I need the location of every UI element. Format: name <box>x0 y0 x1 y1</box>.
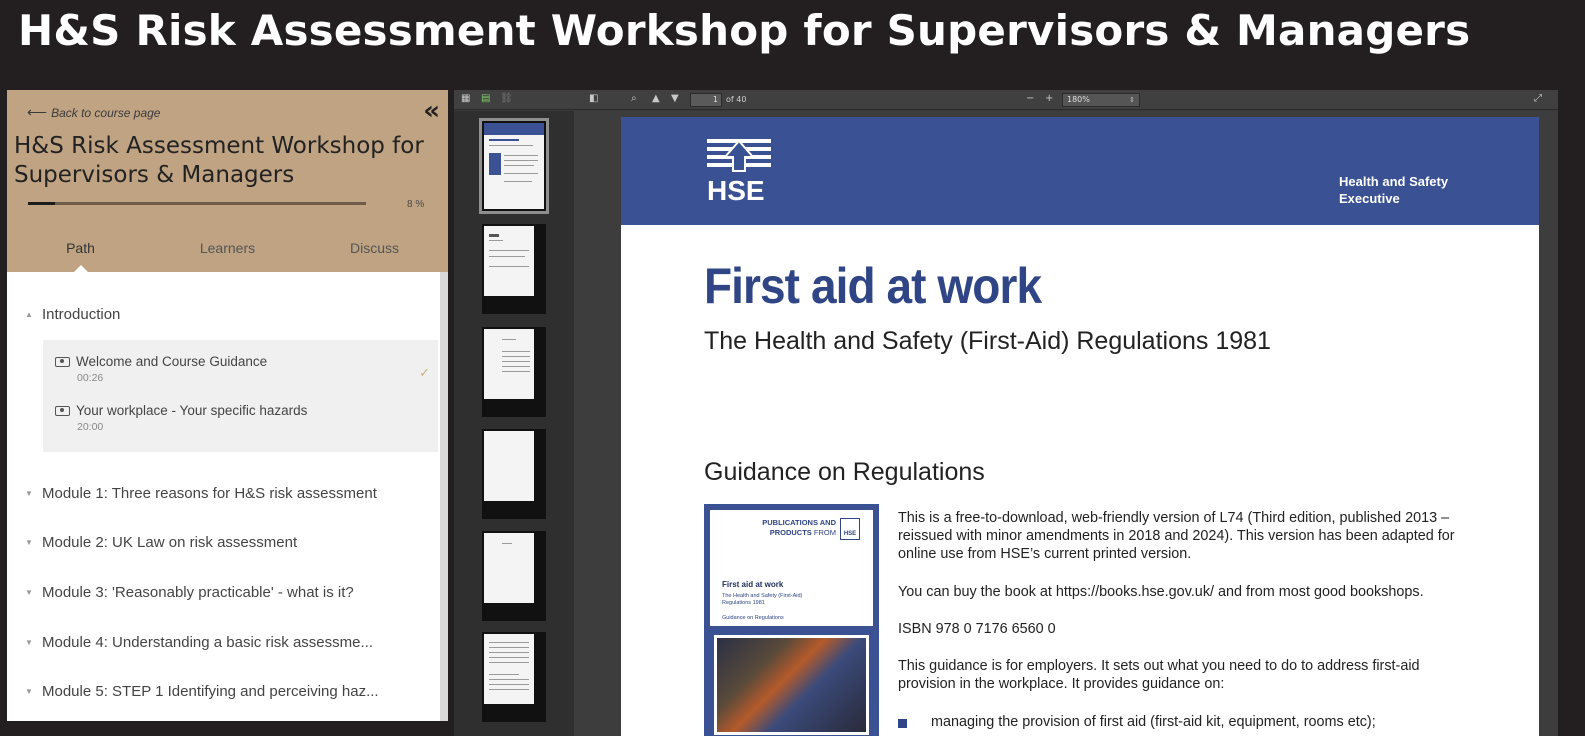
cover-title: First aid at work <box>722 580 784 589</box>
book-cover-image: PUBLICATIONS AND PRODUCTS FROM HSE First… <box>704 504 879 736</box>
video-icon <box>55 405 70 416</box>
caret-down-icon: ▼ <box>25 687 33 696</box>
tab-learners[interactable]: Learners <box>154 240 301 272</box>
page-thumbnail[interactable] <box>482 327 546 417</box>
paragraph: This is a free-to-download, web-friendly… <box>898 510 1455 562</box>
document-page: HSE Health and Safety Executive First ai… <box>621 117 1539 736</box>
banner: H&S Risk Assessment Workshop for Supervi… <box>0 0 1585 84</box>
cover-publisher-line: PUBLICATIONS AND <box>762 518 836 527</box>
lesson-title: Welcome and Course Guidance <box>76 354 268 369</box>
hse-logo-text: HSE <box>707 175 765 206</box>
section-title: Module 2: UK Law on risk assessment <box>42 534 298 551</box>
banner-title: H&S Risk Assessment Workshop for Supervi… <box>18 6 1471 55</box>
thumbnail-grid-icon[interactable]: ▦ <box>461 93 470 104</box>
org-name: Health and Safety Executive <box>1339 173 1448 207</box>
link-icon[interactable]: ⛓ <box>500 93 513 104</box>
caret-down-icon: ▼ <box>25 588 33 597</box>
caret-down-icon: ▼ <box>25 489 33 498</box>
section-module-3[interactable]: ▼ Module 3: 'Reasonably practicable' - w… <box>25 584 354 601</box>
lesson-list: Welcome and Course Guidance 00:26 ✓ Your… <box>43 340 438 452</box>
page-thumbnail[interactable] <box>482 429 546 519</box>
section-title: Module 5: STEP 1 Identifying and perceiv… <box>42 683 379 700</box>
back-link-label: Back to course page <box>51 105 161 120</box>
fullscreen-icon[interactable]: ⤢ <box>1534 93 1542 104</box>
completed-check-icon: ✓ <box>419 366 430 381</box>
course-tabs: Path Learners Discuss <box>7 240 448 272</box>
zoom-value: 180% <box>1067 95 1090 104</box>
scrollbar[interactable] <box>440 272 448 721</box>
paragraph: You can buy the book at https://books.hs… <box>898 584 1424 600</box>
section-module-2[interactable]: ▼ Module 2: UK Law on risk assessment <box>25 534 297 551</box>
paragraph: This guidance is for employers. It sets … <box>898 658 1420 692</box>
sidebar-toggle-icon[interactable]: ◧ <box>589 93 598 104</box>
document-title: First aid at work <box>704 258 1042 314</box>
org-name-line: Health and Safety <box>1339 174 1449 189</box>
page-thumbnail[interactable] <box>482 531 546 621</box>
lesson-duration: 20:00 <box>77 421 104 433</box>
zoom-in-button[interactable]: + <box>1045 93 1053 104</box>
cover-hse-logo: HSE <box>840 518 860 540</box>
progress-bar <box>28 202 366 205</box>
paragraph: ISBN 978 0 7176 6560 0 <box>898 621 1056 637</box>
document-area[interactable]: HSE Health and Safety Executive First ai… <box>574 111 1558 736</box>
caret-up-icon: ▲ <box>25 310 33 319</box>
lesson-duration: 00:26 <box>77 372 104 384</box>
page-thumbnail[interactable] <box>479 118 549 214</box>
section-module-4[interactable]: ▼ Module 4: Understanding a basic risk a… <box>25 634 373 651</box>
section-module-1[interactable]: ▼ Module 1: Three reasons for H&S risk a… <box>25 485 377 502</box>
chevron-updown-icon: ⇕ <box>1129 96 1135 104</box>
thumbnail-sidebar <box>454 111 574 736</box>
caret-down-icon: ▼ <box>25 638 33 647</box>
page-number-input[interactable]: 1 <box>690 93 722 107</box>
page-thumbnail[interactable] <box>482 632 546 722</box>
bullet-text: managing the provision of first aid (fir… <box>931 714 1376 730</box>
course-panel: ⟵ Back to course page « H&S Risk Assessm… <box>7 90 448 721</box>
cover-photo <box>714 635 869 735</box>
progress-fill <box>28 202 56 205</box>
section-module-5[interactable]: ▼ Module 5: STEP 1 Identifying and perce… <box>25 683 379 700</box>
cover-publisher: PUBLICATIONS AND PRODUCTS FROM <box>740 518 836 538</box>
cover-publisher-line: PRODUCTS <box>769 528 812 537</box>
pdf-toolbar: ▦ ▤ ⛓ ◧ ⌕ ▲ ▼ 1 of 40 − + 180% ⇕ ⤢ <box>454 90 1558 110</box>
cover-subtitle: The Health and Safety (First-Aid) Regula… <box>722 593 803 606</box>
section-title: Module 3: 'Reasonably practicable' - wha… <box>42 584 354 601</box>
lesson-item[interactable]: Welcome and Course Guidance 00:26 <box>55 354 267 384</box>
page-count: of 40 <box>726 95 747 104</box>
progress-label: 8 % <box>407 199 425 210</box>
video-icon <box>55 356 70 367</box>
section-title: Module 1: Three reasons for H&S risk ass… <box>42 485 377 502</box>
cover-guidance: Guidance on Regulations <box>722 615 784 621</box>
zoom-select[interactable]: 180% ⇕ <box>1062 93 1140 107</box>
pdf-viewer: ▦ ▤ ⛓ ◧ ⌕ ▲ ▼ 1 of 40 − + 180% ⇕ ⤢ HSE H… <box>454 90 1558 736</box>
previous-page-icon[interactable]: ▲ <box>652 93 660 104</box>
document-subtitle: The Health and Safety (First-Aid) Regula… <box>704 327 1271 355</box>
next-page-icon[interactable]: ▼ <box>671 93 679 104</box>
tab-discuss[interactable]: Discuss <box>301 240 448 272</box>
caret-down-icon: ▼ <box>25 538 33 547</box>
bullet-square-icon <box>898 719 907 728</box>
section-title: Module 4: Understanding a basic risk ass… <box>42 634 373 651</box>
course-header: ⟵ Back to course page « H&S Risk Assessm… <box>7 90 448 272</box>
search-icon[interactable]: ⌕ <box>631 93 637 104</box>
section-introduction[interactable]: ▲ Introduction <box>25 306 120 323</box>
back-to-course-link[interactable]: ⟵ Back to course page <box>27 104 160 121</box>
page-thumbnail[interactable] <box>482 224 546 314</box>
section-title: Introduction <box>42 306 121 323</box>
bullet-item: managing the provision of first aid (fir… <box>898 714 1376 730</box>
collapse-sidebar-icon[interactable]: « <box>423 98 440 124</box>
page-header: HSE Health and Safety Executive <box>621 117 1539 225</box>
arrow-left-icon: ⟵ <box>27 104 48 120</box>
org-name-line: Executive <box>1339 191 1400 206</box>
document-guidance-heading: Guidance on Regulations <box>704 458 985 486</box>
cover-publisher-from: FROM <box>813 528 836 537</box>
zoom-out-button[interactable]: − <box>1026 93 1034 104</box>
lesson-title: Your workplace - Your specific hazards <box>76 403 308 418</box>
lesson-item[interactable]: Your workplace - Your specific hazards 2… <box>55 403 307 433</box>
tab-path[interactable]: Path <box>7 240 154 272</box>
course-title: H&S Risk Assessment Workshop for Supervi… <box>14 133 424 188</box>
attachment-icon[interactable]: ▤ <box>481 93 490 104</box>
